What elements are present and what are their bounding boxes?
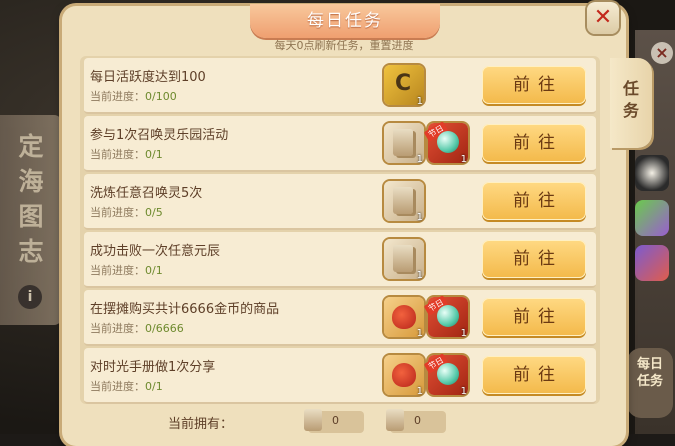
task-name: 成功击败一次任意元辰 <box>90 244 221 259</box>
go-button[interactable]: 前往 <box>482 66 586 104</box>
bag-icon[interactable]: 1 <box>384 297 424 339</box>
task-row: 成功击败一次任意元辰 当前进度：0/1 1 前往 <box>84 232 596 288</box>
go-button[interactable]: 前往 <box>482 356 586 394</box>
scroll-icon <box>304 409 322 431</box>
festival-badge: 节日 <box>423 353 449 374</box>
reward-quantity: 1 <box>416 96 423 107</box>
scroll-icon[interactable]: 1 <box>384 239 424 281</box>
progress-label: 当前进度： <box>90 148 145 161</box>
reward-quantity: 1 <box>416 270 423 281</box>
bag-icon[interactable]: 1 <box>384 355 424 397</box>
task-name: 在摆摊购买共计6666金币的商品 <box>90 302 280 317</box>
go-button-label: 前往 <box>513 365 563 385</box>
left-scroll-char: 图 <box>18 202 44 231</box>
task-progress: 当前进度：0/6666 <box>90 320 184 336</box>
daily-task-button-label: 每日任务 <box>636 357 663 389</box>
go-button-label: 前往 <box>513 133 563 153</box>
orb-icon[interactable]: 节日 1 <box>423 295 468 339</box>
close-button[interactable]: ✕ <box>587 2 619 34</box>
gem-icon[interactable] <box>635 200 669 236</box>
orb-icon[interactable]: 节日 1 <box>423 353 468 397</box>
go-button-label: 前往 <box>513 75 563 95</box>
task-list[interactable]: 每日活跃度达到100 当前进度：0/100 1 前往 参与1次召唤灵乐园活动 当… <box>80 56 600 404</box>
reward-quantity: 1 <box>416 212 423 223</box>
cards-icon[interactable] <box>635 245 669 281</box>
progress-label: 当前进度： <box>90 380 145 393</box>
tab-tasks-label: 任务 <box>622 79 639 120</box>
scroll-icon[interactable]: 1 <box>384 123 424 165</box>
left-scroll-char: 海 <box>18 167 44 196</box>
reward-quantity: 1 <box>416 328 423 339</box>
task-progress: 当前进度：0/1 <box>90 262 163 278</box>
go-button[interactable]: 前往 <box>482 240 586 278</box>
panel-subtitle: 每天0点刷新任务，重置进度 <box>274 39 414 52</box>
right-close-icon[interactable]: × <box>651 42 673 64</box>
festival-badge: 节日 <box>423 295 449 316</box>
task-row: 在摆摊购买共计6666金币的商品 当前进度：0/6666 1 节日 1 前往 <box>84 290 596 346</box>
progress-value: 0/6666 <box>145 322 184 335</box>
progress-value: 0/100 <box>145 90 177 103</box>
daily-task-button[interactable]: 每日任务 <box>627 348 673 418</box>
task-row: 参与1次召唤灵乐园活动 当前进度：0/1 1 节日 1 前往 <box>84 116 596 172</box>
orb-icon[interactable]: 节日 1 <box>423 121 468 165</box>
go-button[interactable]: 前往 <box>482 298 586 336</box>
progress-label: 当前进度： <box>90 206 145 219</box>
task-name: 洗炼任意召唤灵5次 <box>90 186 203 201</box>
owned-item: 0 <box>386 409 446 433</box>
yin-yang-icon[interactable] <box>635 155 669 191</box>
go-button-label: 前往 <box>513 307 563 327</box>
go-button-label: 前往 <box>513 249 563 269</box>
owned-item: 0 <box>304 409 364 433</box>
task-progress: 当前进度：0/1 <box>90 146 163 162</box>
festival-badge: 节日 <box>423 121 449 142</box>
left-scroll-banner[interactable]: 定 海 图 志 i <box>0 115 62 325</box>
info-icon[interactable]: i <box>18 285 42 309</box>
reward-quantity: 1 <box>460 386 467 397</box>
owned-label: 当前拥有： <box>168 417 234 432</box>
progress-value: 0/5 <box>145 206 163 219</box>
task-row: 洗炼任意召唤灵5次 当前进度：0/5 1 前往 <box>84 174 596 230</box>
reward-quantity: 1 <box>416 386 423 397</box>
reward-quantity: 1 <box>416 154 423 165</box>
left-scroll-title: 定 海 图 志 <box>12 129 50 269</box>
card-icon[interactable]: 1 <box>384 65 424 107</box>
go-button[interactable]: 前往 <box>482 182 586 220</box>
task-row: 每日活跃度达到100 当前进度：0/100 1 前往 <box>84 58 596 114</box>
progress-value: 0/1 <box>145 264 163 277</box>
progress-label: 当前进度： <box>90 322 145 335</box>
task-row: 对时光手册做1次分享 当前进度：0/1 1 节日 1 前往 <box>84 348 596 404</box>
task-progress: 当前进度：0/1 <box>90 378 163 394</box>
task-name: 对时光手册做1次分享 <box>90 360 216 375</box>
owned-value: 0 <box>332 414 339 427</box>
tab-tasks[interactable]: 任务 <box>610 58 652 148</box>
reward-quantity: 1 <box>460 154 467 165</box>
progress-label: 当前进度： <box>90 264 145 277</box>
task-progress: 当前进度：0/100 <box>90 88 177 104</box>
close-icon: ✕ <box>593 5 613 30</box>
task-progress: 当前进度：0/5 <box>90 204 163 220</box>
reward-quantity: 1 <box>460 328 467 339</box>
panel-title: 每日任务 <box>307 11 383 31</box>
owned-value: 0 <box>414 414 421 427</box>
task-name: 参与1次召唤灵乐园活动 <box>90 128 229 143</box>
left-scroll-char: 志 <box>18 237 44 266</box>
go-button[interactable]: 前往 <box>482 124 586 162</box>
task-name: 每日活跃度达到100 <box>90 70 206 85</box>
progress-value: 0/1 <box>145 148 163 161</box>
left-scroll-char: 定 <box>18 132 44 161</box>
progress-value: 0/1 <box>145 380 163 393</box>
title-banner: 每日任务 <box>250 4 440 38</box>
scroll-icon[interactable]: 1 <box>384 181 424 223</box>
scroll-icon <box>386 409 404 431</box>
go-button-label: 前往 <box>513 191 563 211</box>
progress-label: 当前进度： <box>90 90 145 103</box>
